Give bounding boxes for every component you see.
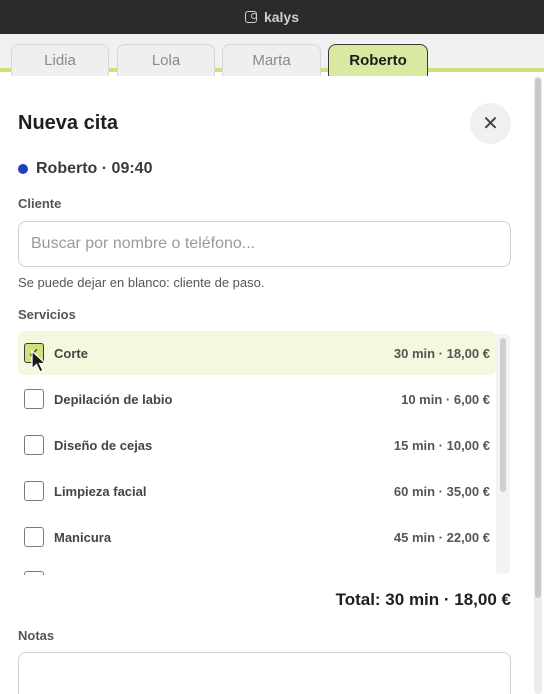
service-meta: 15 min · 10,00 € — [393, 437, 490, 453]
tab-marta[interactable]: Marta — [222, 44, 321, 76]
service-row-manicura[interactable]: Manicura 45 min · 22,00 € — [18, 515, 496, 559]
tab-roberto[interactable]: Roberto — [328, 44, 428, 76]
service-row-depilacion-labio[interactable]: Depilación de labio 10 min · 6,00 € — [18, 377, 496, 421]
appointment-slot: Roberto · 09:40 — [18, 160, 152, 178]
notes-textarea[interactable] — [18, 652, 511, 694]
dialog-scrollbar[interactable] — [534, 76, 542, 694]
client-search-input[interactable] — [18, 221, 511, 267]
service-name: Diseño de cejas — [54, 437, 153, 453]
service-checkbox[interactable] — [24, 481, 44, 501]
dialog-scrollbar-thumb[interactable] — [535, 78, 541, 598]
service-meta: 45 min · 22,00 € — [393, 529, 490, 545]
window-title: kalys — [263, 9, 300, 25]
service-checkbox-partial[interactable] — [24, 571, 44, 575]
tab-lola[interactable]: Lola — [117, 44, 215, 76]
services-scrollbar-thumb[interactable] — [500, 338, 506, 492]
staff-color-dot — [18, 164, 28, 174]
service-name: Depilación de labio — [54, 391, 173, 407]
mouse-cursor-icon — [31, 350, 47, 373]
slot-text: Roberto · 09:40 — [36, 160, 153, 177]
service-meta: 60 min · 35,00 € — [393, 483, 490, 499]
service-row-limpieza-facial[interactable]: Limpieza facial 60 min · 35,00 € — [18, 469, 496, 513]
notes-label: Notas — [18, 628, 55, 643]
services-label: Servicios — [18, 307, 76, 322]
client-label: Cliente — [18, 196, 62, 211]
service-name: Limpieza facial — [54, 483, 147, 499]
service-meta: 30 min · 18,00 € — [393, 345, 490, 361]
close-button[interactable]: ✕ — [470, 103, 511, 144]
service-name: Manicura — [54, 529, 112, 545]
window-titlebar: kalys — [0, 0, 544, 34]
dialog-title: Nueva cita — [18, 112, 119, 134]
client-hint: Se puede dejar en blanco: cliente de pas… — [18, 275, 265, 290]
tab-lidia[interactable]: Lidia — [11, 44, 109, 76]
service-row-corte[interactable]: ✓ Corte 30 min · 18,00 € — [18, 331, 496, 375]
service-checkbox[interactable] — [24, 435, 44, 455]
close-icon: ✕ — [482, 113, 499, 135]
service-name: Corte — [54, 345, 88, 361]
service-row-diseno-cejas[interactable]: Diseño de cejas 15 min · 10,00 € — [18, 423, 496, 467]
new-appointment-dialog: Nueva cita ✕ Roberto · 09:40 Cliente Se … — [0, 76, 544, 694]
appointment-total: Total: 30 min · 18,00 € — [335, 590, 511, 609]
service-meta: 10 min · 6,00 € — [401, 391, 490, 407]
service-checkbox[interactable] — [24, 389, 44, 409]
app-icon — [244, 11, 257, 23]
staff-tabs: Lidia Lola Marta Roberto — [0, 34, 544, 76]
services-scrollbar[interactable] — [496, 334, 510, 574]
services-list: ✓ Corte 30 min · 18,00 € Depilación de l… — [18, 331, 511, 575]
service-checkbox[interactable] — [24, 527, 44, 547]
